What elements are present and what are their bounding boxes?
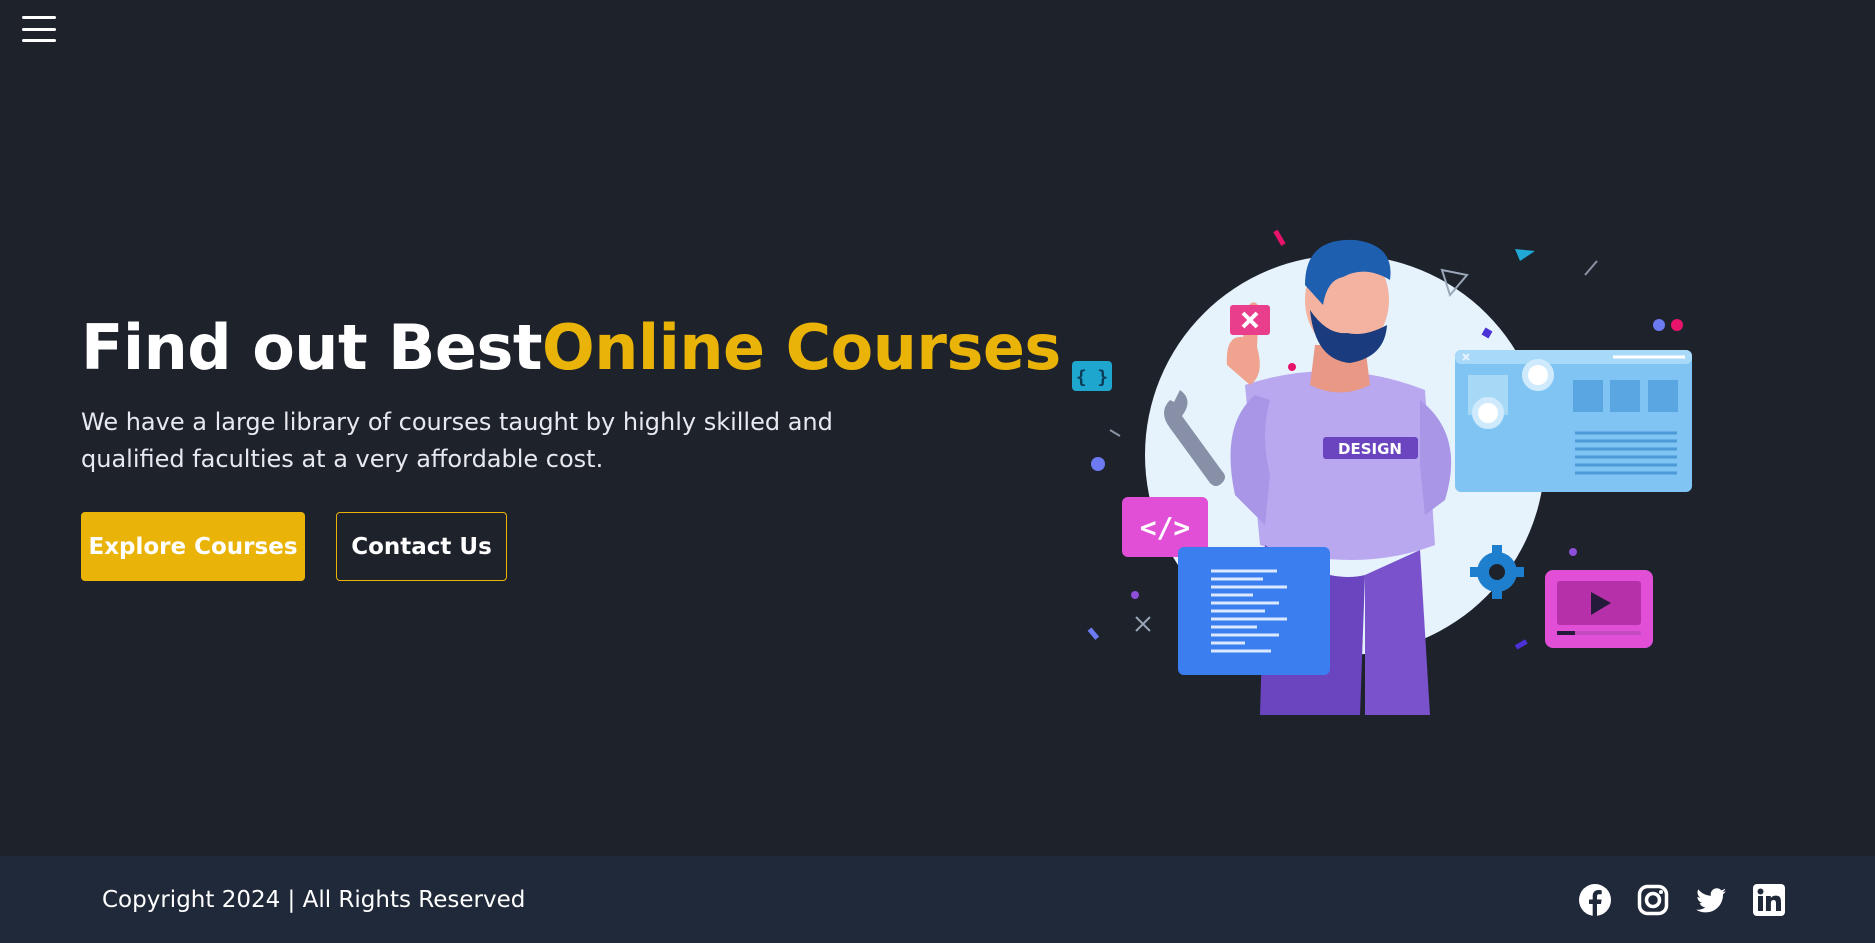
hero-description: We have a large library of courses taugh… (81, 408, 833, 473)
bracket-badge-label: { } (1076, 367, 1109, 388)
facebook-icon[interactable] (1579, 883, 1611, 916)
browser-block (1610, 380, 1640, 412)
video-progress-fill (1557, 631, 1575, 635)
social-links (1579, 883, 1785, 916)
browser-block (1573, 380, 1603, 412)
copyright-text: Copyright 2024 | All Rights Reserved (102, 886, 526, 913)
dot (1671, 319, 1683, 331)
hamburger-menu-icon[interactable] (20, 14, 58, 44)
hero-buttons: Explore Courses Contact Us (81, 512, 941, 581)
menu-bar (22, 16, 56, 19)
dot (1131, 591, 1139, 599)
code-icon: </> (1140, 511, 1191, 544)
twitter-icon[interactable] (1695, 884, 1727, 916)
hero-title-main: Find out Best (81, 311, 543, 384)
confetti (1087, 627, 1100, 640)
explore-courses-button[interactable]: Explore Courses (81, 512, 305, 581)
confetti (1515, 249, 1535, 261)
linkedin-icon[interactable] (1753, 883, 1785, 916)
touch-point (1522, 359, 1554, 391)
confetti (1273, 229, 1286, 246)
contact-us-button[interactable]: Contact Us (336, 512, 507, 581)
hero-section: Find out BestOnline Courses We have a la… (81, 308, 1061, 581)
touch-point (1472, 397, 1504, 429)
person-torso (1245, 371, 1435, 560)
sweater-label: DESIGN (1338, 440, 1402, 458)
hero-title: Find out BestOnline Courses (81, 308, 1061, 388)
confetti (1514, 639, 1528, 650)
confetti (1584, 260, 1598, 276)
footer: Copyright 2024 | All Rights Reserved (0, 856, 1875, 943)
hero-illustration: { } DESIGN </> (1072, 229, 1692, 715)
browser-block (1648, 380, 1678, 412)
dot (1569, 548, 1577, 556)
person-legs (1365, 550, 1430, 715)
confetti (1109, 429, 1121, 437)
menu-bar (22, 39, 56, 42)
dot (1288, 363, 1296, 371)
instagram-icon[interactable] (1637, 884, 1669, 916)
menu-bar (22, 27, 56, 31)
hero-title-accent: Online Courses (542, 311, 1061, 384)
confetti (1135, 616, 1151, 632)
dot (1091, 457, 1105, 471)
dot (1653, 319, 1665, 331)
